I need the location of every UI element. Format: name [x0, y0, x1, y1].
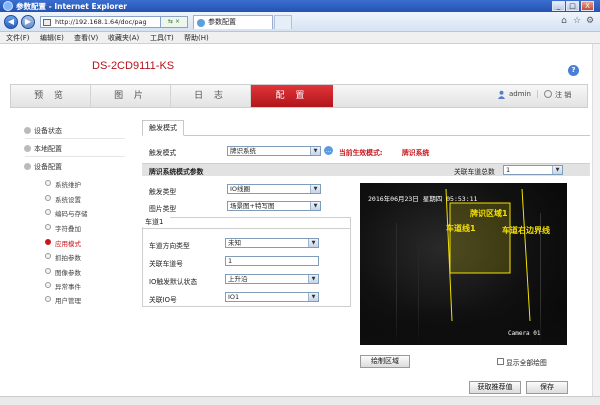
username: admin: [509, 90, 531, 98]
tab-favicon-icon: [197, 19, 205, 27]
menu-file[interactable]: 文件(F): [6, 33, 30, 43]
video-osd-timestamp: 2016年06月23日 星期四 05:53:11: [368, 195, 478, 203]
info-chat-icon[interactable]: …: [324, 146, 333, 155]
favorites-star-icon[interactable]: ☆: [571, 15, 583, 27]
address-toolbar: ◀ ▶ http://192.168.1.64/doc/pag ▾ ✕ 参数配置…: [0, 12, 600, 32]
sidebar-sub-osd[interactable]: 字符叠加: [45, 223, 81, 233]
chevron-down-icon: ▼: [310, 202, 320, 210]
tab-config[interactable]: 配 置: [251, 85, 333, 107]
trigger-mode-label: 触发模式: [149, 149, 177, 157]
window-title: 参数配置 - Internet Explorer: [16, 2, 127, 11]
trigger-type-select[interactable]: IO线圈 ▼: [227, 184, 321, 194]
tab-preview[interactable]: 预 览: [11, 85, 91, 107]
chevron-down-icon: ▼: [552, 166, 562, 174]
current-mode-value: 牌识系统: [402, 149, 430, 157]
zone-label: 牌识区域1: [470, 209, 508, 218]
sidebar-sub-user-management[interactable]: 用户管理: [45, 295, 81, 305]
tab-log[interactable]: 日 志: [171, 85, 251, 107]
show-all-label: 显示全部绘图: [506, 359, 547, 367]
trigger-type-label: 触发类型: [149, 188, 177, 196]
user-icon: [497, 90, 506, 99]
page-scrollbar[interactable]: [592, 44, 600, 396]
tab-pictures[interactable]: 图 片: [91, 85, 171, 107]
sidebar-sub-system-maintenance[interactable]: 系统维护: [45, 179, 81, 189]
sidebar-sub-exceptions[interactable]: 异常事件: [45, 281, 81, 291]
menu-view[interactable]: 查看(V): [74, 33, 98, 43]
io-state-select[interactable]: 上升沿 ▼: [225, 274, 319, 284]
save-button[interactable]: 保存: [526, 381, 568, 394]
device-name: DS-2CD9111-KS: [92, 60, 175, 72]
menu-favorites[interactable]: 收藏夹(A): [108, 33, 139, 43]
tools-gear-icon[interactable]: ⚙: [584, 15, 596, 27]
logout-icon: [544, 90, 552, 98]
logout-link[interactable]: 注 销: [555, 90, 571, 100]
draw-area-button[interactable]: 绘制区域: [360, 355, 410, 368]
lane-right-boundary-label: 车道右边界线: [502, 226, 550, 235]
lane-count-label: 关联车道总数: [454, 168, 495, 176]
io-number-label: 关联IO号: [149, 296, 177, 304]
show-all-checkbox[interactable]: [497, 358, 504, 365]
chevron-down-icon: ▼: [310, 147, 320, 155]
sidebar-sub-encoding-storage[interactable]: 编码与存储: [45, 208, 88, 218]
get-recommended-button[interactable]: 获取推荐值: [469, 381, 521, 394]
close-window-button[interactable]: X: [581, 1, 594, 11]
minimize-button[interactable]: _: [552, 1, 565, 11]
chevron-down-icon: ▼: [308, 293, 318, 301]
browser-tab-active[interactable]: 参数配置: [193, 15, 273, 29]
sidebar-sub-image-params[interactable]: 图像参数: [45, 267, 81, 277]
io-state-label: IO触发默认状态: [149, 278, 198, 286]
menu-help[interactable]: 帮助(H): [184, 33, 209, 43]
new-tab-button[interactable]: [274, 15, 292, 29]
sidebar-sub-capture-params[interactable]: 抓拍参数: [45, 252, 81, 262]
maximize-button[interactable]: □: [566, 1, 579, 11]
chevron-down-icon: ▼: [308, 275, 318, 283]
section-title: 牌识系统模式参数: [149, 168, 204, 176]
camera-label: Camera 01: [508, 330, 541, 337]
home-icon[interactable]: ⌂: [558, 15, 570, 27]
detection-overlay: [445, 188, 531, 322]
sidebar-item-local-config[interactable]: 本地配置: [24, 144, 62, 154]
user-divider: |: [536, 89, 539, 98]
lane-count-select[interactable]: 1 ▼: [503, 165, 563, 175]
page-icon: [43, 19, 51, 26]
back-button[interactable]: ◀: [4, 15, 18, 29]
io-number-select[interactable]: IO1 ▼: [225, 292, 319, 302]
sidebar-sub-app-mode[interactable]: 应用模式: [45, 238, 81, 248]
menu-bar: 文件(F) 编辑(E) 查看(V) 收藏夹(A) 工具(T) 帮助(H): [0, 32, 600, 44]
forward-button[interactable]: ▶: [21, 15, 35, 29]
status-bar: [0, 396, 600, 405]
picture-type-select[interactable]: 场景图+特写图 ▼: [227, 201, 321, 211]
refresh-stop-buttons[interactable]: ⇆ ×: [160, 16, 188, 28]
sidebar-item-device-status[interactable]: 设备状态: [24, 126, 62, 136]
tab-lane-1[interactable]: 车道1: [142, 217, 170, 227]
menu-edit[interactable]: 编辑(E): [40, 33, 64, 43]
chevron-down-icon: ▼: [308, 239, 318, 247]
ie-logo-icon: [3, 1, 13, 11]
window-titlebar: 参数配置 - Internet Explorer _ □ X: [0, 0, 600, 12]
tab-trigger-mode[interactable]: 触发模式: [142, 120, 184, 136]
lane-direction-label: 车道方向类型: [149, 242, 190, 250]
help-icon[interactable]: ?: [568, 65, 579, 76]
lane-number-label: 关联车道号: [149, 260, 183, 268]
lane-direction-select[interactable]: 未知 ▼: [225, 238, 319, 248]
current-mode-label: 当前生效模式:: [339, 149, 383, 157]
video-preview[interactable]: [360, 183, 567, 345]
sidebar-item-device-config[interactable]: 设备配置: [24, 162, 62, 172]
lane-number-input[interactable]: 1: [225, 256, 319, 266]
sidebar-sub-system-settings[interactable]: 系统设置: [45, 194, 81, 204]
chevron-down-icon: ▼: [310, 185, 320, 193]
menu-tools[interactable]: 工具(T): [150, 33, 174, 43]
config-tabstrip: [142, 120, 590, 136]
picture-type-label: 图片类型: [149, 205, 177, 213]
trigger-mode-select[interactable]: 牌识系统 ▼: [227, 146, 321, 156]
lane-line-label: 车道线1: [446, 224, 476, 233]
